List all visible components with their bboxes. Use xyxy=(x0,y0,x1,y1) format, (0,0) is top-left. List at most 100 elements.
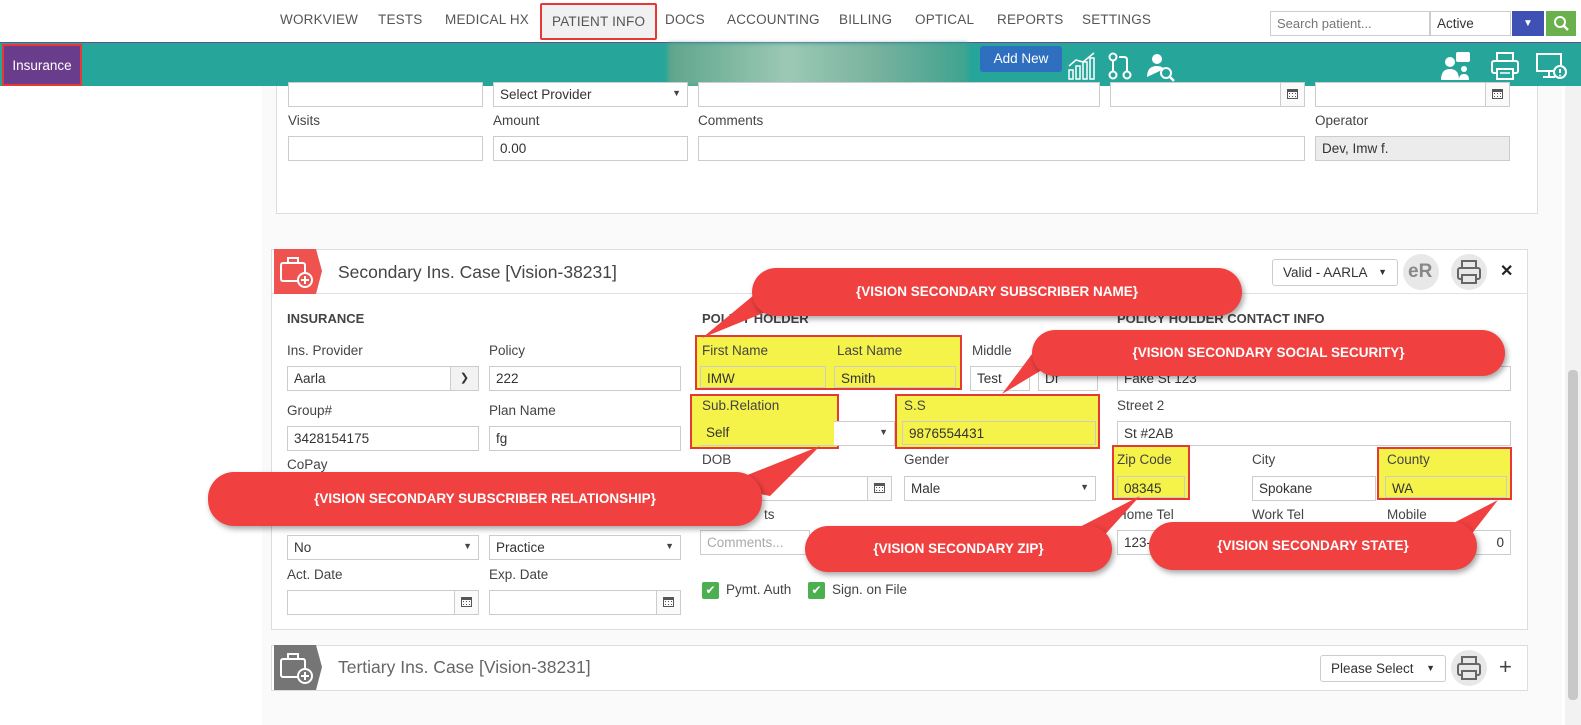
nav-tests[interactable]: TESTS xyxy=(378,12,423,27)
scroll-thumb[interactable] xyxy=(1568,370,1578,700)
calendar-icon[interactable] xyxy=(1280,83,1304,106)
nav-docs[interactable]: DOCS xyxy=(665,12,705,27)
printer-icon[interactable] xyxy=(1489,50,1521,82)
upper-date-2[interactable] xyxy=(1315,82,1510,107)
search-button[interactable] xyxy=(1546,11,1576,36)
policy-input[interactable]: 222 xyxy=(489,366,681,391)
sign-on-file-checkbox[interactable]: ✔ xyxy=(808,582,825,599)
ins-provider-value: Aarla xyxy=(294,371,326,386)
status-select[interactable]: Active xyxy=(1430,11,1511,36)
add-tertiary-icon[interactable]: + xyxy=(1499,654,1512,680)
medical-case-icon xyxy=(274,249,322,294)
chevron-down-icon: ▼ xyxy=(1378,267,1387,277)
gender-value: Male xyxy=(911,481,941,496)
copay-select[interactable]: No ▼ xyxy=(287,535,479,560)
operator-field: Dev, Imw f. xyxy=(1315,136,1510,161)
street2-input[interactable]: St #2AB xyxy=(1117,421,1511,446)
first-name-input[interactable]: IMW xyxy=(700,366,826,388)
calendar-icon[interactable] xyxy=(867,477,891,500)
tertiary-case-title: Tertiary Ins. Case [Vision-38231] xyxy=(338,657,591,677)
er-label: eR xyxy=(1408,261,1433,282)
insurance-section-header: INSURANCE xyxy=(287,311,365,326)
blurred-patient-name xyxy=(668,43,968,86)
print-tertiary-button[interactable] xyxy=(1451,650,1487,686)
last-name-input[interactable]: Smith xyxy=(834,366,956,388)
left-column xyxy=(0,86,260,725)
county-input[interactable]: WA xyxy=(1385,476,1507,498)
county-label: County xyxy=(1387,452,1430,467)
tertiary-status-select[interactable]: Please Select ▼ xyxy=(1320,655,1446,682)
group-label: Group# xyxy=(287,403,333,418)
er-button[interactable]: eR xyxy=(1403,254,1439,290)
print-secondary-button[interactable] xyxy=(1451,254,1487,290)
copay-label: CoPay xyxy=(287,457,328,472)
amount-label: Amount xyxy=(493,113,540,128)
nav-medical-hx[interactable]: MEDICAL HX xyxy=(445,12,529,27)
pymt-auth-checkbox[interactable]: ✔ xyxy=(702,582,719,599)
medical-case-icon xyxy=(274,645,322,690)
calendar-icon[interactable] xyxy=(1485,83,1509,106)
group-input[interactable]: 3428154175 xyxy=(287,426,479,451)
tertiary-status-value: Please Select xyxy=(1331,661,1414,676)
chevron-down-icon: ▼ xyxy=(672,88,681,98)
nav-settings[interactable]: SETTINGS xyxy=(1082,12,1151,27)
chevron-down-icon: ▼ xyxy=(1523,18,1533,29)
practice-select-value: Practice xyxy=(496,540,545,555)
ss-input[interactable]: 9876554431 xyxy=(902,421,1096,445)
callout-social-security: {VISION SECONDARY SOCIAL SECURITY} xyxy=(1032,330,1505,376)
zip-label: Zip Code xyxy=(1117,452,1172,467)
exp-date-label: Exp. Date xyxy=(489,567,549,582)
chevron-down-icon: ▼ xyxy=(463,541,472,551)
merge-icon[interactable] xyxy=(1104,50,1136,82)
sub-relation-value: Self xyxy=(700,421,834,445)
patient-search-input[interactable] xyxy=(1270,11,1430,36)
act-date-input[interactable] xyxy=(287,590,479,615)
comments-textarea[interactable] xyxy=(698,136,1305,161)
chevron-down-icon: ▼ xyxy=(879,427,888,437)
add-new-button[interactable]: Add New xyxy=(980,46,1062,72)
comments-label: Comments xyxy=(698,113,764,128)
insurance-tab[interactable]: Insurance xyxy=(2,44,82,86)
nav-billing[interactable]: BILLING xyxy=(839,12,892,27)
upper-field-3[interactable] xyxy=(698,82,1100,107)
comments-label-partial: ts xyxy=(764,507,775,522)
upper-field-1[interactable] xyxy=(288,82,483,107)
visits-label: Visits xyxy=(288,113,321,128)
user-search-icon[interactable] xyxy=(1144,50,1176,82)
last-name-label: Last Name xyxy=(837,343,903,358)
visits-input[interactable] xyxy=(288,136,483,161)
upper-date-1[interactable] xyxy=(1110,82,1305,107)
exp-date-input[interactable] xyxy=(489,590,681,615)
monitor-alert-icon[interactable] xyxy=(1535,50,1567,82)
calendar-icon[interactable] xyxy=(656,591,680,614)
nav-workview[interactable]: WORKVIEW xyxy=(280,12,358,27)
status-dropdown-button[interactable]: ▼ xyxy=(1512,11,1544,36)
operator-label: Operator xyxy=(1315,113,1369,128)
provider-select-value: Select Provider xyxy=(500,87,592,102)
zip-input[interactable]: 08345 xyxy=(1117,476,1185,498)
amount-input[interactable]: 0.00 xyxy=(493,136,688,161)
provider-select[interactable]: Select Provider ▼ xyxy=(493,82,688,107)
nav-reports[interactable]: REPORTS xyxy=(997,12,1063,27)
nav-patient-info[interactable]: PATIENT INFO xyxy=(540,3,658,40)
calendar-icon[interactable] xyxy=(454,591,478,614)
holder-comments-input[interactable]: Comments... xyxy=(700,530,810,555)
secondary-status-select[interactable]: Valid - AARLA ▼ xyxy=(1272,259,1398,286)
plan-name-input[interactable]: fg xyxy=(489,426,681,451)
chevron-down-icon: ▼ xyxy=(1426,663,1435,673)
analytics-chart-icon[interactable] xyxy=(1066,50,1098,82)
ins-provider-select[interactable]: Aarla ❯ xyxy=(287,366,479,391)
close-icon[interactable]: ✕ xyxy=(1500,261,1513,281)
callout-subscriber-name: {VISION SECONDARY SUBSCRIBER NAME} xyxy=(752,268,1242,316)
nav-accounting[interactable]: ACCOUNTING xyxy=(727,12,820,27)
users-chat-icon[interactable] xyxy=(1440,50,1472,82)
city-input[interactable]: Spokane xyxy=(1252,476,1376,501)
practice-select[interactable]: Practice ▼ xyxy=(489,535,681,560)
search-icon xyxy=(1554,16,1569,31)
street2-label: Street 2 xyxy=(1117,398,1165,413)
copay-select-value: No xyxy=(294,540,312,555)
chevron-down-icon: ❯ xyxy=(450,367,478,390)
printer-icon xyxy=(1457,260,1481,284)
gender-label: Gender xyxy=(904,452,950,467)
nav-optical[interactable]: OPTICAL xyxy=(915,12,974,27)
